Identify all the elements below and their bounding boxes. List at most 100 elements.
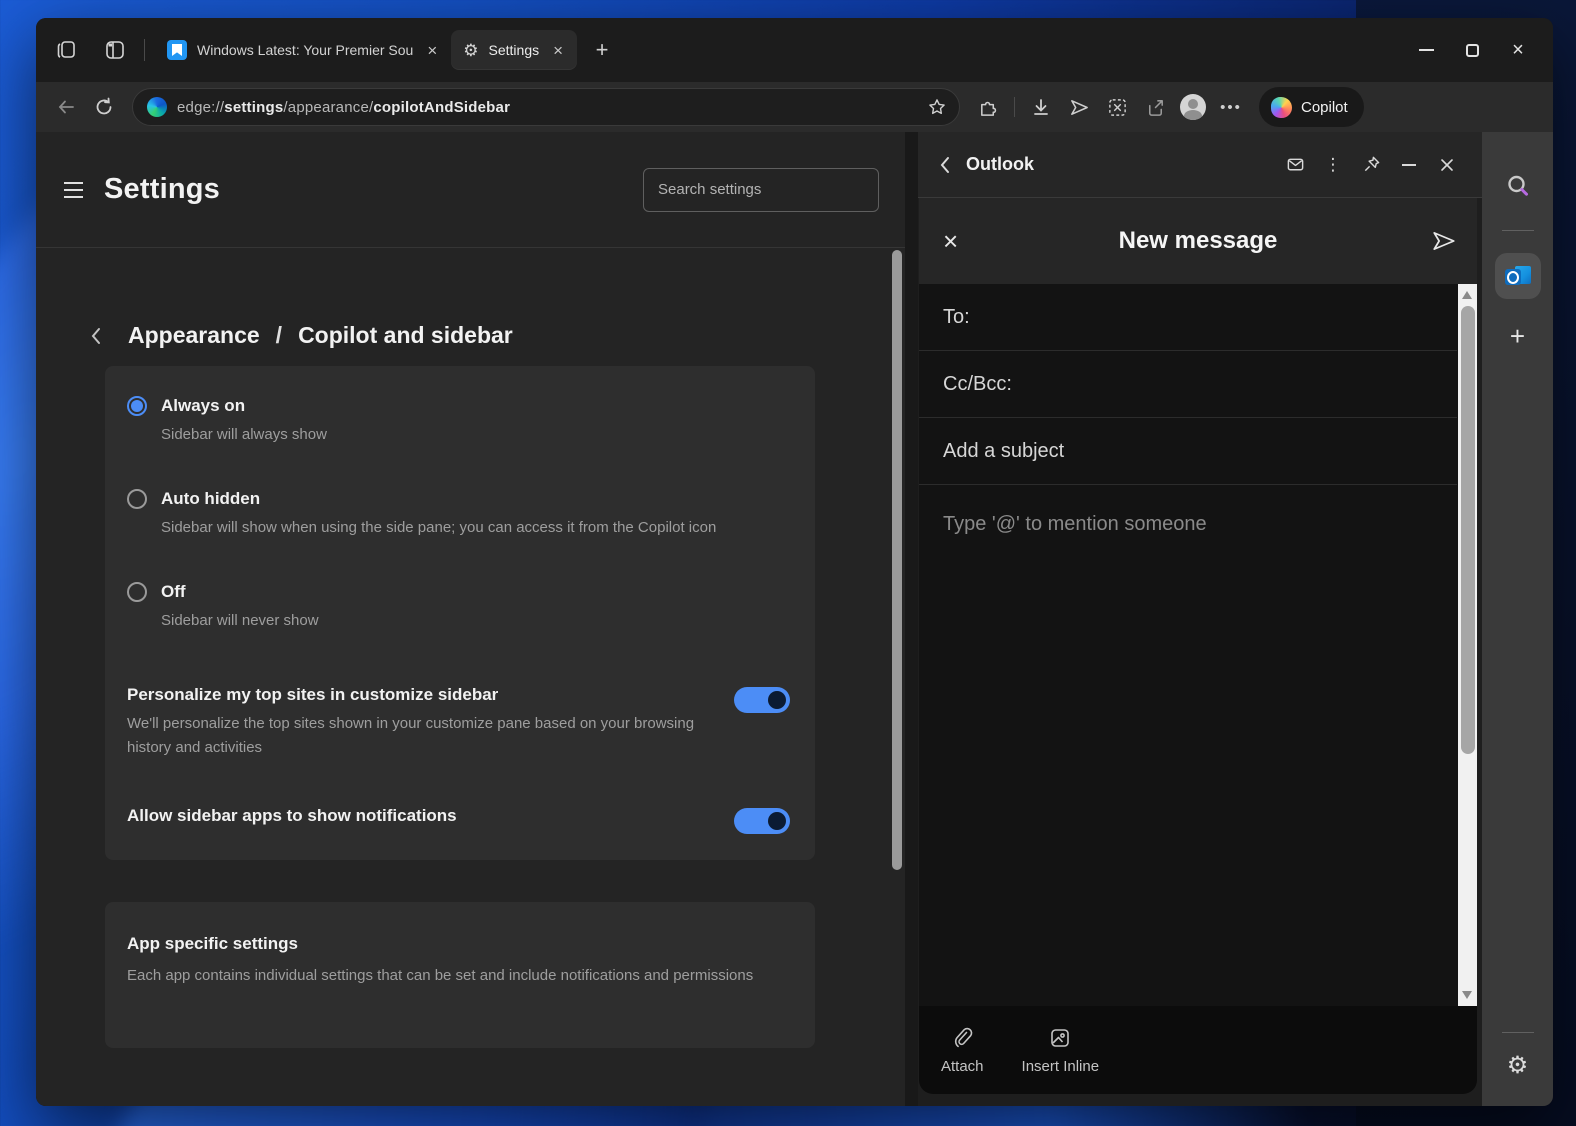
attach-button[interactable]: Attach xyxy=(941,1026,984,1075)
option-label: Auto hidden xyxy=(161,489,260,509)
address-bar[interactable]: edge://settings/appearance/copilotAndSid… xyxy=(132,88,960,126)
copilot-button[interactable]: Copilot xyxy=(1259,87,1364,127)
new-tab-button[interactable]: + xyxy=(585,33,619,67)
extensions-icon[interactable] xyxy=(972,91,1004,123)
insert-inline-button[interactable]: Insert Inline xyxy=(1022,1026,1100,1075)
panel-more-icon[interactable]: ⋮ xyxy=(1318,150,1348,180)
toggle-row-personalize: Personalize my top sites in customize si… xyxy=(127,685,790,760)
toggle-label: Allow sidebar apps to show notifications xyxy=(127,806,734,826)
app-specific-title: App specific settings xyxy=(127,934,790,954)
option-description: Sidebar will never show xyxy=(161,609,790,633)
sidebar-app-strip: + ⚙ xyxy=(1482,132,1553,1106)
toggle-label: Personalize my top sites in customize si… xyxy=(127,685,734,705)
option-description: Sidebar will show when using the side pa… xyxy=(161,516,790,540)
copilot-label: Copilot xyxy=(1301,99,1348,116)
compose-close-icon[interactable]: × xyxy=(943,226,958,257)
tab-strip: Windows Latest: Your Premier Sou × ⚙ Set… xyxy=(36,18,1553,82)
new-message-compose: × New message To: Cc/Bcc: Add a subject … xyxy=(919,198,1477,1094)
breadcrumb-back-icon[interactable] xyxy=(88,325,104,347)
outlook-logo-icon xyxy=(1505,264,1531,288)
panel-back-icon[interactable] xyxy=(938,155,952,175)
app-specific-description: Each app contains individual settings th… xyxy=(127,964,777,988)
compose-fields: To: Cc/Bcc: Add a subject Type '@' to me… xyxy=(919,284,1477,1006)
option-auto-hidden[interactable]: Auto hidden Sidebar will show when using… xyxy=(127,489,790,540)
tab-actions-icon[interactable] xyxy=(98,33,132,67)
settings-page: Settings Appearance / Copilot and sideba… xyxy=(36,132,905,1106)
tab-windows-latest[interactable]: Windows Latest: Your Premier Sou × xyxy=(155,30,451,70)
close-window-button[interactable]: × xyxy=(1495,18,1541,82)
sidebar-notifications-toggle[interactable] xyxy=(734,808,790,834)
settings-page-title: Settings xyxy=(104,173,220,206)
to-field[interactable]: To: xyxy=(919,284,1457,351)
option-always-on[interactable]: Always on Sidebar will always show xyxy=(127,396,790,447)
tab-title: Settings xyxy=(489,42,540,58)
radio-auto-hidden[interactable] xyxy=(127,489,147,509)
option-off[interactable]: Off Sidebar will never show xyxy=(127,582,790,633)
message-body-field[interactable]: Type '@' to mention someone xyxy=(919,485,1457,563)
settings-tab-gear-icon: ⚙ xyxy=(463,42,478,59)
attach-label: Attach xyxy=(941,1058,984,1075)
profile-avatar[interactable] xyxy=(1177,91,1209,123)
compose-title: New message xyxy=(1119,227,1278,255)
edge-favicon xyxy=(147,97,167,117)
compose-actions-bar: Attach Insert Inline xyxy=(919,1006,1477,1094)
windows-latest-favicon xyxy=(167,40,187,60)
add-sidebar-app-button[interactable]: + xyxy=(1510,321,1525,352)
compose-header: × New message xyxy=(919,198,1477,284)
app-specific-settings-card: App specific settings Each app contains … xyxy=(105,902,815,1048)
sidebar-settings-card: Always on Sidebar will always show Auto … xyxy=(105,366,815,860)
settings-menu-icon[interactable] xyxy=(64,175,94,205)
panel-close-icon[interactable] xyxy=(1432,150,1462,180)
pin-icon[interactable] xyxy=(1356,150,1386,180)
screenshot-icon[interactable] xyxy=(1101,91,1133,123)
tab-title: Windows Latest: Your Premier Sou xyxy=(197,42,413,58)
radio-always-on[interactable] xyxy=(127,396,147,416)
minimize-button[interactable] xyxy=(1403,18,1449,82)
breadcrumb-parent[interactable]: Appearance xyxy=(128,322,260,349)
option-label: Off xyxy=(161,582,186,602)
tab-close-icon[interactable]: × xyxy=(423,42,441,59)
copilot-logo-icon xyxy=(1271,97,1292,118)
toggle-description: We'll personalize the top sites shown in… xyxy=(127,712,734,760)
send-icon[interactable] xyxy=(1431,228,1457,254)
scroll-down-icon[interactable] xyxy=(1462,991,1472,999)
settings-header: Settings xyxy=(36,132,905,248)
compose-scrollbar-thumb[interactable] xyxy=(1461,306,1475,754)
settings-scrollbar-thumb[interactable] xyxy=(892,250,902,870)
subject-field[interactable]: Add a subject xyxy=(919,418,1457,485)
search-icon[interactable] xyxy=(1496,164,1540,208)
maximize-button[interactable] xyxy=(1449,18,1495,82)
search-settings-input[interactable] xyxy=(643,168,879,212)
tab-settings[interactable]: ⚙ Settings × xyxy=(451,30,577,70)
radio-off[interactable] xyxy=(127,582,147,602)
favorites-star-icon[interactable] xyxy=(921,91,953,123)
cc-bcc-field[interactable]: Cc/Bcc: xyxy=(919,351,1457,418)
insert-inline-label: Insert Inline xyxy=(1022,1058,1100,1075)
outlook-app-button[interactable] xyxy=(1495,253,1541,299)
share-icon[interactable] xyxy=(1139,91,1171,123)
strip-divider-bottom xyxy=(1502,1032,1534,1033)
outlook-panel-header: Outlook ⋮ xyxy=(918,132,1482,198)
send-to-devices-icon[interactable] xyxy=(1063,91,1095,123)
mail-icon[interactable] xyxy=(1280,150,1310,180)
toggle-row-notifications: Allow sidebar apps to show notifications xyxy=(127,806,790,834)
more-menu-icon[interactable]: ••• xyxy=(1215,91,1247,123)
breadcrumb-separator: / xyxy=(274,322,284,349)
sidebar-settings-gear-icon[interactable]: ⚙ xyxy=(1507,1051,1529,1080)
downloads-icon[interactable] xyxy=(1025,91,1057,123)
back-icon[interactable] xyxy=(50,91,82,123)
url-text: edge://settings/appearance/copilotAndSid… xyxy=(177,99,911,116)
strip-divider xyxy=(1502,230,1534,231)
option-description: Sidebar will always show xyxy=(161,423,790,447)
workspaces-icon[interactable] xyxy=(50,33,84,67)
breadcrumb: Appearance / Copilot and sidebar xyxy=(88,322,851,349)
personalize-top-sites-toggle[interactable] xyxy=(734,687,790,713)
tab-close-icon[interactable]: × xyxy=(549,42,567,59)
refresh-icon[interactable] xyxy=(88,91,120,123)
scroll-up-icon[interactable] xyxy=(1462,291,1472,299)
toolbar-separator xyxy=(1014,97,1015,117)
compose-scrollbar[interactable] xyxy=(1458,284,1477,1006)
navigation-toolbar: edge://settings/appearance/copilotAndSid… xyxy=(36,82,1553,132)
option-label: Always on xyxy=(161,396,245,416)
panel-minimize-icon[interactable] xyxy=(1394,150,1424,180)
